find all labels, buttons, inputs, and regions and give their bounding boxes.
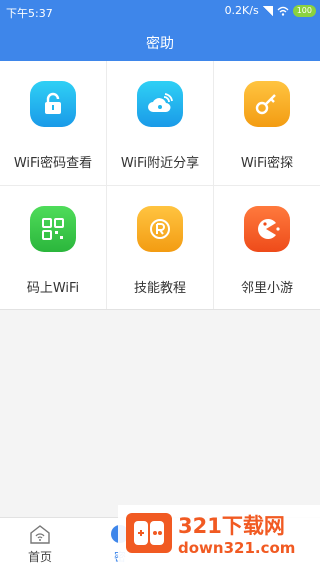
grid-divider <box>0 185 320 186</box>
signal-icon <box>262 5 273 16</box>
tool-label: WiFi密探 <box>240 156 294 171</box>
title-bar: 密助 <box>0 24 320 61</box>
tutorial-icon <box>137 206 183 252</box>
qr-code-icon <box>30 206 76 252</box>
tool-label: WiFi密码查看 <box>13 156 93 171</box>
cloud-share-icon <box>137 81 183 127</box>
status-bar: 下午5:37 0.2K/s 100 <box>0 0 320 24</box>
key-icon <box>244 81 290 127</box>
tool-qr-wifi[interactable]: 码上WiFi <box>0 186 106 310</box>
tool-label: 码上WiFi <box>26 281 80 296</box>
tool-wifi-detective[interactable]: WiFi密探 <box>214 61 320 185</box>
watermark-url: down321.com <box>178 539 296 557</box>
battery-badge: 100 <box>292 4 316 17</box>
page-title: 密助 <box>146 36 174 52</box>
nav-home-label: 首页 <box>27 550 52 564</box>
grid-divider <box>0 309 320 310</box>
tool-wifi-nearby-share[interactable]: WiFi附近分享 <box>107 61 213 185</box>
tool-label: 技能教程 <box>133 281 186 296</box>
tool-label: 邻里小游 <box>240 281 293 296</box>
home-wifi-icon <box>30 525 50 544</box>
watermark-logo-icon <box>126 513 172 553</box>
pacman-icon <box>244 206 290 252</box>
nav-home[interactable]: 首页 <box>0 518 80 569</box>
watermark: 321下载网 down321.com <box>118 505 320 568</box>
status-time: 下午5:37 <box>6 7 53 20</box>
watermark-title: 321下载网 <box>178 514 285 538</box>
tool-wifi-password-view[interactable]: WiFi密码查看 <box>0 61 106 185</box>
unlock-icon <box>30 81 76 127</box>
wifi-icon <box>277 6 289 16</box>
status-indicators: 0.2K/s 100 <box>225 4 316 17</box>
network-speed: 0.2K/s <box>224 4 259 17</box>
tool-label: WiFi附近分享 <box>120 156 200 171</box>
tool-neighbor-game[interactable]: 邻里小游 <box>214 186 320 310</box>
tool-skill-tutorial[interactable]: 技能教程 <box>107 186 213 310</box>
